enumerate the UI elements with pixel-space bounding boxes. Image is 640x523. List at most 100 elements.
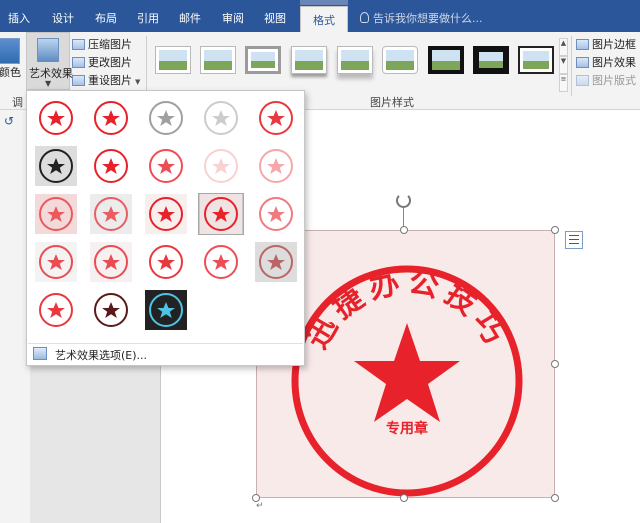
picture-style-4[interactable] <box>291 46 327 74</box>
resize-handle[interactable] <box>400 226 408 234</box>
picture-styles-group-label: 图片样式 <box>370 96 414 109</box>
stamp-thumb-icon <box>94 101 128 135</box>
picture-layout-label: 图片版式 <box>592 74 636 87</box>
art-effect-thumbnail[interactable] <box>33 241 79 283</box>
stamp-thumb-icon <box>200 194 242 234</box>
gallery-scroll-up-icon[interactable]: ▲ <box>559 38 568 56</box>
stamp-thumb-icon <box>145 290 187 330</box>
art-effect-thumbnail[interactable] <box>33 97 79 139</box>
stamp-thumb-icon <box>255 242 297 282</box>
resize-handle[interactable] <box>551 360 559 368</box>
stamp-thumb-icon <box>149 101 183 135</box>
stamp-thumb-icon <box>39 293 73 327</box>
art-effects-options-link[interactable]: 艺术效果选项(E)... <box>55 347 147 363</box>
stamp-thumb-icon <box>204 245 238 279</box>
resize-handle[interactable] <box>551 494 559 502</box>
art-effect-thumbnail[interactable] <box>198 241 244 283</box>
picture-style-3[interactable] <box>245 46 281 74</box>
tab-view[interactable]: 视图 <box>264 10 286 26</box>
group-divider <box>571 36 572 96</box>
adjust-group-label: 调 <box>12 96 23 109</box>
stamp-thumb-icon <box>149 149 183 183</box>
stamp-thumb-icon <box>259 197 293 231</box>
tab-design[interactable]: 设计 <box>52 10 74 26</box>
paragraph-mark-icon: ↵ <box>256 501 264 511</box>
art-effect-thumbnail[interactable] <box>143 145 189 187</box>
change-picture-button[interactable]: 更改图片 <box>72 54 132 70</box>
picture-style-5[interactable] <box>337 46 373 74</box>
art-effect-thumbnail[interactable] <box>88 145 134 187</box>
picture-border-icon <box>576 39 589 50</box>
art-effect-thumbnail[interactable] <box>198 193 244 235</box>
rotate-handle-icon[interactable] <box>396 193 411 208</box>
picture-style-9[interactable] <box>518 46 554 74</box>
art-effect-thumbnail[interactable] <box>143 289 189 331</box>
tab-insert[interactable]: 插入 <box>8 10 30 26</box>
art-effects-icon <box>37 38 59 62</box>
picture-tools-context-header <box>300 0 348 5</box>
gallery-scroll-down-icon[interactable]: ▼ <box>559 56 568 74</box>
stamp-subtitle: 专用章 <box>386 420 428 437</box>
layout-options-icon[interactable] <box>565 231 583 249</box>
stamp-star-icon <box>354 323 460 422</box>
art-effect-thumbnail[interactable] <box>198 97 244 139</box>
tab-mailings[interactable]: 邮件 <box>179 10 201 26</box>
picture-effects-icon <box>576 57 589 68</box>
art-effect-thumbnail[interactable] <box>33 193 79 235</box>
tab-review[interactable]: 审阅 <box>222 10 244 26</box>
resize-handle[interactable] <box>551 226 559 234</box>
reset-picture-button[interactable]: 重设图片 ▼ <box>72 72 140 88</box>
compress-picture-button[interactable]: 压缩图片 <box>72 36 132 52</box>
art-effect-thumbnail[interactable] <box>33 145 79 187</box>
art-effect-thumbnail[interactable] <box>88 193 134 235</box>
resize-handle[interactable] <box>400 494 408 502</box>
art-effect-thumbnail[interactable] <box>88 289 134 331</box>
picture-style-8[interactable] <box>473 46 509 74</box>
picture-style-7[interactable] <box>428 46 464 74</box>
stamp-thumb-icon <box>145 194 187 234</box>
art-effect-thumbnail[interactable] <box>143 97 189 139</box>
stamp-thumb-icon <box>204 149 238 183</box>
gallery-divider <box>28 343 303 344</box>
art-effects-options-icon <box>33 347 47 360</box>
undo-icon[interactable]: ↺ <box>4 114 14 128</box>
tell-me-text: 告诉我你想要做什么... <box>373 12 483 25</box>
change-label: 更改图片 <box>88 56 132 69</box>
gallery-more-icon[interactable]: ≡ <box>559 74 568 92</box>
art-effect-thumbnail[interactable] <box>253 97 299 139</box>
art-effect-thumbnail[interactable] <box>88 97 134 139</box>
picture-layout-button[interactable]: 图片版式 <box>576 72 636 88</box>
art-effects-button[interactable]: 艺术效果 ▼ <box>26 32 73 90</box>
stamp-thumb-icon <box>259 149 293 183</box>
stamp-thumb-icon <box>35 146 77 186</box>
art-effect-thumbnail[interactable] <box>143 193 189 235</box>
art-effects-gallery: 艺术效果选项(E)... <box>26 90 305 366</box>
tab-format[interactable]: 格式 <box>300 6 348 32</box>
stamp-thumb-icon <box>94 149 128 183</box>
picture-effects-button[interactable]: 图片效果 <box>576 54 636 70</box>
picture-style-1[interactable] <box>155 46 191 74</box>
reset-label: 重设图片 <box>88 74 132 87</box>
reset-picture-icon <box>72 75 85 86</box>
chevron-down-icon: ▼ <box>45 79 52 88</box>
art-effect-thumbnail[interactable] <box>33 289 79 331</box>
picture-style-2[interactable] <box>200 46 236 74</box>
color-button[interactable]: 颜色 <box>0 32 26 90</box>
stamp-thumb-icon <box>94 293 128 327</box>
picture-border-button[interactable]: 图片边框 <box>576 36 636 52</box>
art-effect-thumbnail[interactable] <box>253 145 299 187</box>
stamp-thumb-icon <box>35 242 77 282</box>
tab-references[interactable]: 引用 <box>137 10 159 26</box>
art-effect-thumbnail[interactable] <box>253 193 299 235</box>
art-effect-thumbnail[interactable] <box>253 241 299 283</box>
stamp-thumb-icon <box>149 245 183 279</box>
stamp-thumb-icon <box>39 101 73 135</box>
tab-layout[interactable]: 布局 <box>95 10 117 26</box>
chevron-down-icon: ▼ <box>135 78 141 86</box>
art-effect-thumbnail[interactable] <box>88 241 134 283</box>
art-effect-thumbnail[interactable] <box>143 241 189 283</box>
art-effect-thumbnail[interactable] <box>198 145 244 187</box>
stamp-thumb-icon <box>35 194 77 234</box>
picture-style-6[interactable] <box>382 46 418 74</box>
tell-me-search[interactable]: 告诉我你想要做什么... <box>360 10 483 26</box>
